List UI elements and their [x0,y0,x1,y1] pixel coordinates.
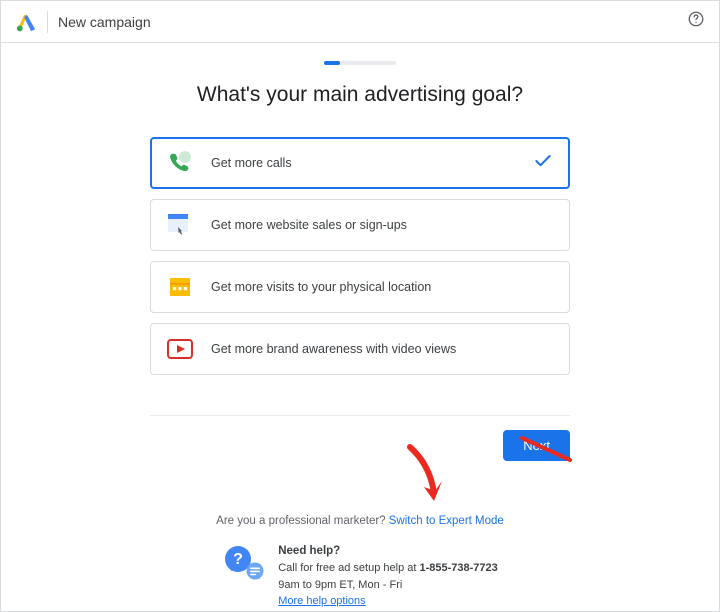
expert-question: Are you a professional marketer? [216,515,389,527]
option-label: Get more visits to your physical locatio… [211,280,431,294]
next-button[interactable]: Next [503,430,570,461]
google-ads-logo [15,11,37,33]
help-heading: Need help? [278,543,498,560]
checkmark-icon [533,151,553,176]
top-bar: New campaign [1,1,719,43]
help-line-1: Call for free ad setup help at 1-855-738… [278,560,498,577]
progress-bar [324,61,396,65]
chat-help-icon: ? [222,543,264,579]
help-hours: 9am to 9pm ET, Mon - Fri [278,577,498,594]
option-website-sales[interactable]: Get more website sales or sign-ups [150,199,570,251]
help-phone: 1-855-738-7723 [419,562,497,574]
main-heading: What's your main advertising goal? [197,83,523,107]
website-icon [167,212,193,238]
store-icon [167,274,193,300]
divider [47,11,48,33]
help-box: ? Need help? Call for free ad setup help… [222,543,498,610]
page-title: New campaign [58,14,151,30]
help-icon[interactable] [687,10,705,33]
option-get-more-calls[interactable]: Get more calls [150,137,570,189]
switch-expert-mode-link[interactable]: Switch to Expert Mode [389,515,504,527]
expert-mode-row: Are you a professional marketer? Switch … [216,515,504,527]
option-video-views[interactable]: Get more brand awareness with video view… [150,323,570,375]
goal-options: Get more calls Get more website sales or… [150,137,570,375]
phone-icon [167,150,193,176]
option-physical-location[interactable]: Get more visits to your physical locatio… [150,261,570,313]
option-label: Get more calls [211,156,292,170]
more-help-link[interactable]: More help options [278,595,365,607]
section-divider [150,415,570,416]
svg-text:?: ? [233,551,243,568]
option-label: Get more website sales or sign-ups [211,218,407,232]
video-play-icon [167,336,193,362]
option-label: Get more brand awareness with video view… [211,342,456,356]
